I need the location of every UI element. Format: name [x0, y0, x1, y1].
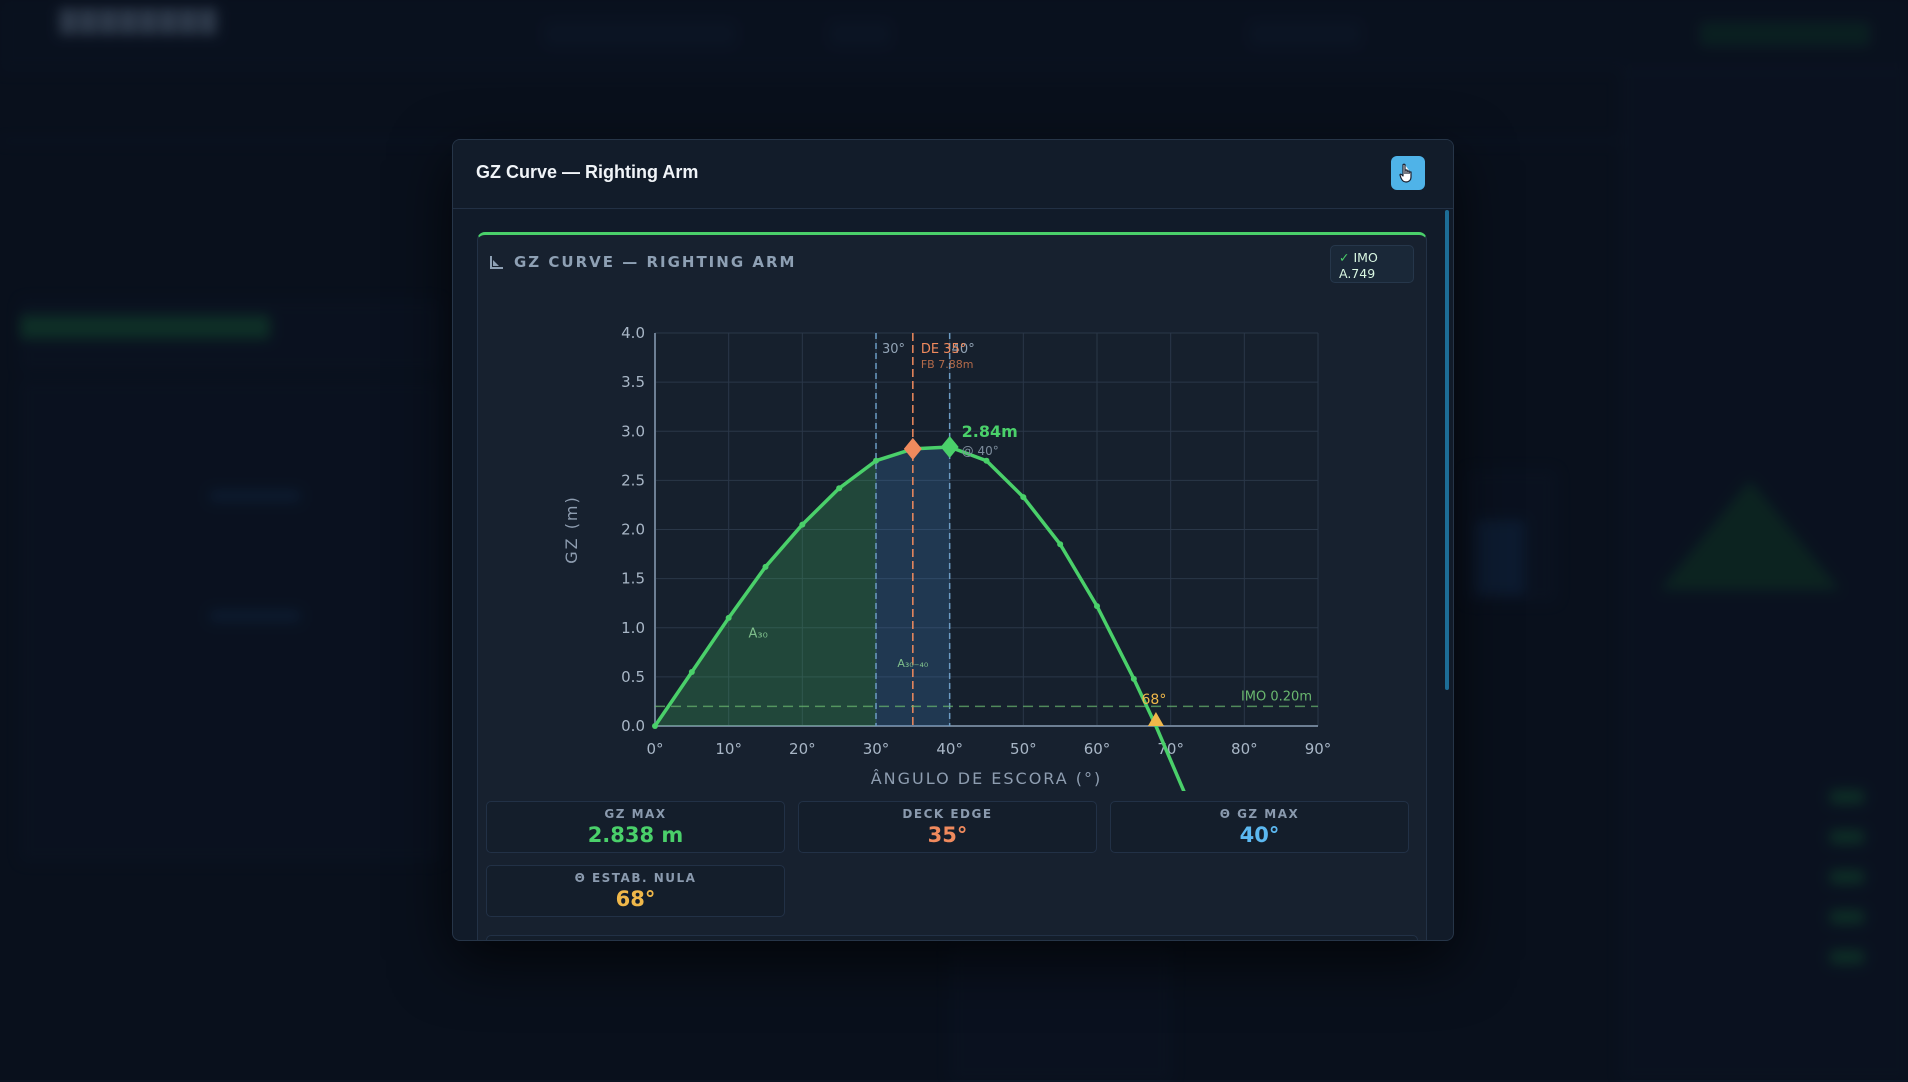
gz-data-point [1057, 541, 1064, 548]
gz-data-point [688, 668, 695, 675]
gz-data-point [1130, 675, 1137, 682]
gz-data-point [1094, 603, 1100, 610]
y-tick-label: 4.0 [621, 324, 645, 342]
stat-value: 2.838 m [587, 823, 684, 847]
stat-vanishing-angle: Θ ESTAB. NULA 68° [486, 865, 785, 917]
gz-max-label: 2.84m [962, 422, 1018, 441]
area-30-40-label: A₃₀₋₄₀ [897, 657, 929, 670]
x-tick-label: 80° [1231, 740, 1258, 758]
freeboard-label: FB 7.88m [921, 358, 974, 371]
gz-data-point [983, 457, 990, 464]
stat-deck-edge: DECK EDGE 35° [798, 801, 1097, 853]
gz-data-point [652, 723, 658, 729]
y-tick-label: 3.0 [621, 422, 645, 440]
stat-label: Θ GZ MAX [1219, 807, 1300, 821]
y-tick-label: 2.0 [621, 521, 645, 539]
x-tick-label: 30° [863, 740, 890, 758]
x-tick-label: 20° [789, 740, 816, 758]
imo-criteria-row [486, 935, 1418, 940]
area-30-label: A₃₀ [748, 627, 767, 642]
x-tick-label: 10° [715, 740, 742, 758]
stat-theta-gz-max: Θ GZ MAX 40° [1110, 801, 1409, 853]
y-tick-label: 3.5 [621, 373, 645, 391]
stat-gz-max: GZ MAX 2.838 m [486, 801, 785, 853]
gz-chart-card: GZ CURVE — RIGHTING ARM ✓ IMO A.749 0° 10… [477, 232, 1427, 940]
modal-title: GZ Curve — Righting Arm [476, 162, 699, 182]
gz-data-point [836, 485, 843, 492]
gz-data-point [1020, 494, 1027, 501]
gz-max-sublabel: @ 40° [962, 444, 999, 458]
x-tick-label: 90° [1305, 740, 1332, 758]
stat-value: 40° [1239, 823, 1280, 847]
x-tick-label: 60° [1084, 740, 1111, 758]
gz-data-point [799, 521, 806, 528]
modal-scrollbar[interactable] [1445, 210, 1449, 690]
x-tick-label: 50° [1010, 740, 1037, 758]
y-tick-label: 1.0 [621, 619, 645, 637]
stat-label: GZ MAX [604, 807, 667, 821]
y-tick-label: 0.0 [621, 717, 645, 735]
vanishing-angle-label: 68° [1142, 692, 1167, 708]
y-tick-label: 0.5 [621, 668, 645, 686]
stat-value: 35° [927, 823, 968, 847]
y-tick-label: 2.5 [621, 471, 645, 489]
y-tick-label: 1.5 [621, 570, 645, 588]
vline-30-label: 30° [882, 342, 905, 357]
hand-cursor-icon [1399, 163, 1412, 183]
gz-data-point [762, 563, 769, 570]
deck-edge-label: DE 35° [921, 342, 966, 357]
stat-label: Θ ESTAB. NULA [574, 871, 697, 885]
gz-curve-modal: GZ Curve — Righting Arm GZ CURVE — RIGHT… [452, 139, 1454, 941]
modal-header: GZ Curve — Righting Arm [453, 140, 1453, 209]
imo-threshold-label: IMO 0.20m [1241, 689, 1312, 704]
gz-data-point [873, 457, 879, 464]
y-axis-label: GZ (m) [562, 495, 581, 564]
gz-curve-chart: 0° 10° 20° 30° 40° 50° 60° 70° 80° 90°0.00.51.01.… [562, 324, 1332, 791]
x-tick-label: 0° [646, 740, 663, 758]
close-button[interactable] [1391, 156, 1425, 190]
stat-label: DECK EDGE [902, 807, 993, 821]
stat-value: 68° [615, 887, 656, 911]
x-axis-label: ÂNGULO DE ESCORA (°) [871, 769, 1103, 788]
x-tick-label: 40° [936, 740, 963, 758]
gz-data-point [725, 614, 732, 621]
